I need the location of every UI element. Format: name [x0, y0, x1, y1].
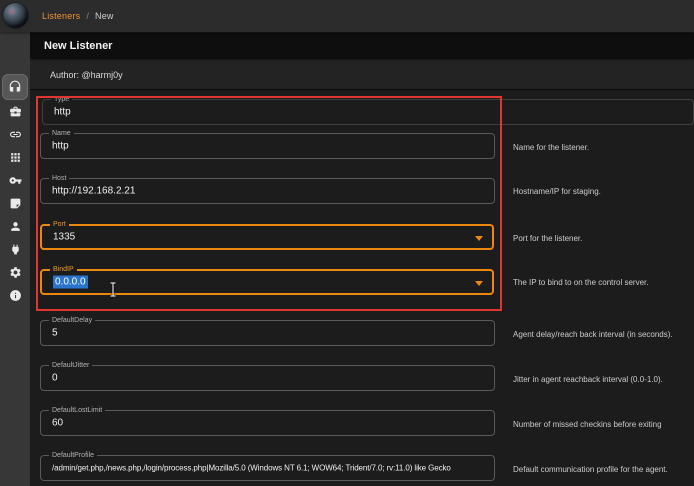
info-icon — [9, 289, 22, 302]
host-field-value: http://192.168.2.21 — [52, 186, 135, 197]
sidebar-item-agents[interactable] — [3, 122, 27, 146]
link-icon — [9, 128, 22, 141]
defaultjitter-helper-text: Jitter in agent reachback interval (0.0-… — [513, 375, 693, 385]
host-field-label: Host — [49, 174, 69, 183]
defaultdelay-field-value: 5 — [52, 328, 58, 339]
breadcrumb-separator: / — [86, 11, 89, 21]
gear-icon — [9, 266, 22, 279]
bindip-dropdown-arrow-icon[interactable] — [475, 281, 483, 286]
breadcrumb-current: New — [95, 11, 114, 21]
defaultdelay-helper-text: Agent delay/reach back interval (in seco… — [513, 330, 693, 340]
app-logo[interactable] — [3, 3, 28, 28]
host-field[interactable]: Host http://192.168.2.21 — [40, 178, 495, 204]
sidebar-item-about[interactable] — [3, 283, 27, 307]
breadcrumb: Listeners / New — [42, 0, 114, 32]
name-helper-text: Name for the listener. — [513, 143, 693, 153]
type-field-value: http — [54, 107, 71, 118]
port-helper-text: Port for the listener. — [513, 234, 693, 244]
author-panel: Author: @harmj0y — [30, 60, 694, 90]
sidebar-item-credentials[interactable] — [3, 168, 27, 192]
key-icon — [9, 174, 22, 187]
top-bar: Listeners / New — [0, 0, 694, 32]
plug-icon — [9, 243, 22, 256]
host-helper-text: Hostname/IP for staging. — [513, 187, 693, 197]
sidebar-item-settings[interactable] — [3, 260, 27, 284]
sidebar-item-modules[interactable] — [3, 145, 27, 169]
breadcrumb-listeners-link[interactable]: Listeners — [42, 11, 80, 21]
defaultprofile-field[interactable]: DefaultProfile /admin/get.php,/news.php,… — [40, 455, 495, 481]
sidebar-item-listeners[interactable] — [3, 75, 27, 99]
bindip-helper-text: The IP to bind to on the control server. — [513, 278, 693, 288]
sidebar-item-plugins[interactable] — [3, 237, 27, 261]
sidebar — [0, 32, 30, 486]
starkiller-app: Listeners / New — [0, 0, 694, 486]
sidebar-item-users[interactable] — [3, 214, 27, 238]
author-label: Author: @harmj0y — [50, 70, 123, 80]
bindip-field-label: BindIP — [50, 265, 77, 274]
note-icon — [9, 197, 22, 210]
headset-icon — [8, 80, 22, 94]
defaultlostlimit-field-value: 60 — [52, 418, 63, 429]
defaultlostlimit-field[interactable]: DefaultLostLimit 60 — [40, 410, 495, 436]
briefcase-icon — [9, 105, 22, 118]
defaultprofile-field-value: /admin/get.php,/news.php,/login/process.… — [52, 464, 451, 473]
grid-icon — [9, 151, 22, 164]
port-dropdown-arrow-icon[interactable] — [475, 236, 483, 241]
name-field-value: http — [52, 141, 69, 152]
selected-text: 0.0.0.0 — [53, 276, 88, 289]
port-field-value: 1335 — [53, 232, 75, 243]
defaultjitter-field-label: DefaultJitter — [49, 361, 92, 370]
port-field[interactable]: Port 1335 — [40, 224, 494, 250]
name-field-label: Name — [49, 129, 74, 138]
user-icon — [9, 220, 22, 233]
defaultjitter-field-value: 0 — [52, 373, 58, 384]
bindip-field-value: 0.0.0.0 — [53, 277, 88, 288]
page-title: New Listener — [44, 40, 112, 52]
port-field-label: Port — [50, 220, 69, 229]
defaultlostlimit-field-label: DefaultLostLimit — [49, 406, 105, 415]
defaultjitter-field[interactable]: DefaultJitter 0 — [40, 365, 495, 391]
defaultlostlimit-helper-text: Number of missed checkins before exiting — [513, 420, 693, 430]
sidebar-item-stagers[interactable] — [3, 99, 27, 123]
sidebar-item-reporting[interactable] — [3, 191, 27, 215]
defaultdelay-field[interactable]: DefaultDelay 5 — [40, 320, 495, 346]
type-field-label: Type — [51, 95, 72, 104]
type-field[interactable]: Type http — [42, 99, 694, 125]
page-header: New Listener — [30, 33, 694, 58]
defaultprofile-field-label: DefaultProfile — [49, 451, 97, 460]
name-field[interactable]: Name http — [40, 133, 495, 159]
defaultprofile-helper-text: Default communication profile for the ag… — [513, 465, 693, 475]
text-cursor-icon — [109, 282, 117, 302]
defaultdelay-field-label: DefaultDelay — [49, 316, 95, 325]
